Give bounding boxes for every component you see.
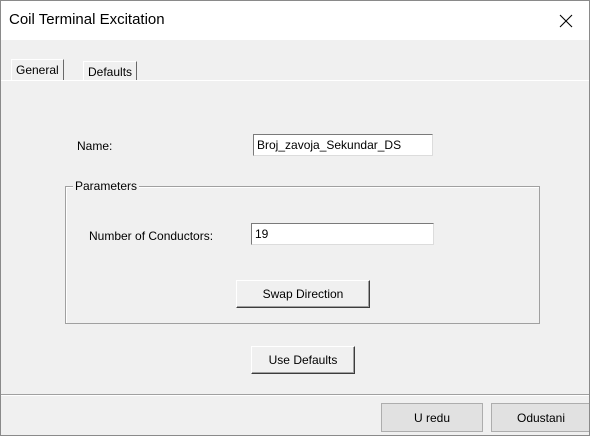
tab-general[interactable]: General [11,59,64,80]
close-button[interactable] [543,1,589,40]
name-field[interactable]: Broj_zavoja_Sekundar_DS [253,134,433,156]
cancel-button[interactable]: Odustani [491,403,589,432]
number-of-conductors-label: Number of Conductors: [89,229,214,243]
ok-button[interactable]: U redu [381,403,483,432]
tab-strip: General Defaults [1,40,589,80]
dialog-footer: U redu Odustani [1,396,589,435]
use-defaults-button[interactable]: Use Defaults [251,346,355,374]
tab-defaults[interactable]: Defaults [83,61,138,80]
parameters-legend: Parameters [73,179,140,193]
number-of-conductors-field[interactable]: 19 [251,223,434,245]
name-label: Name: [77,139,113,153]
dialog-title: Coil Terminal Excitation [9,11,165,28]
coil-terminal-excitation-dialog: Coil Terminal Excitation General Default… [0,0,590,436]
title-bar: Coil Terminal Excitation [1,1,589,40]
swap-direction-button[interactable]: Swap Direction [236,280,370,308]
close-icon [559,14,573,27]
